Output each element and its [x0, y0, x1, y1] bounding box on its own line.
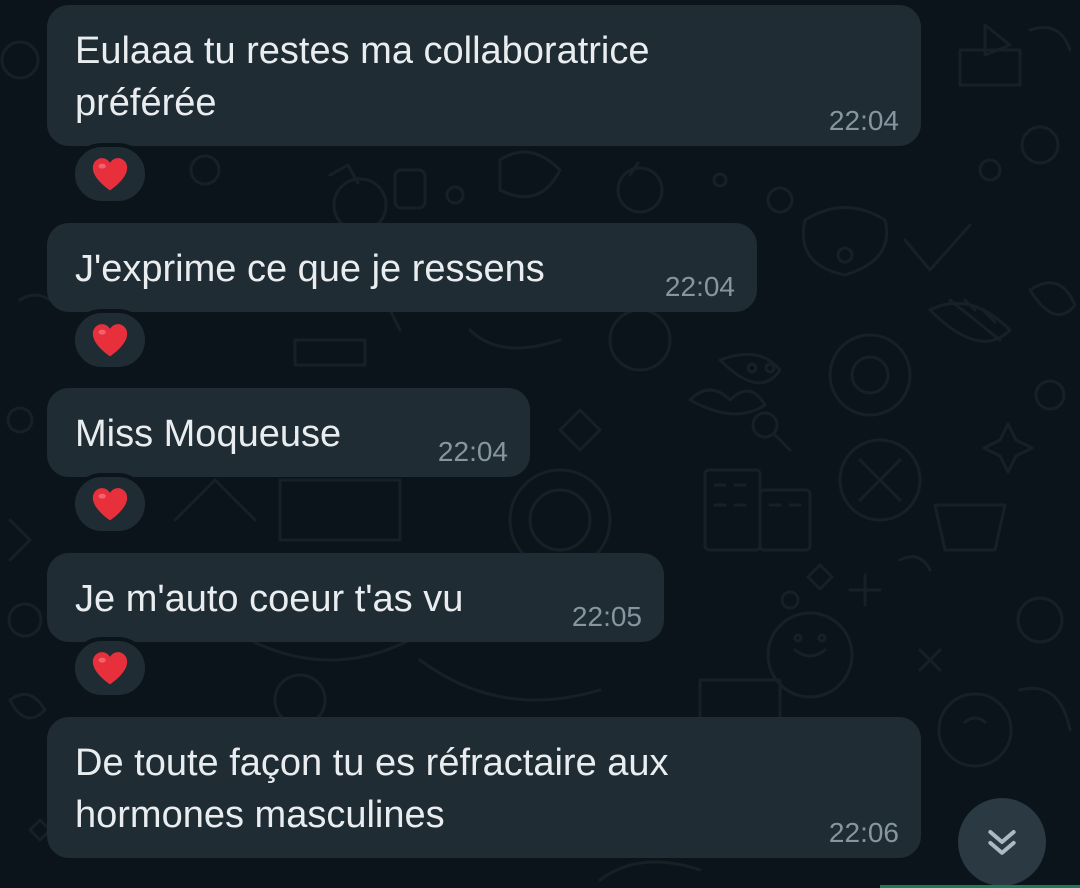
double-chevron-down-icon: [988, 830, 1016, 855]
message-reaction[interactable]: [71, 473, 149, 535]
message-reaction[interactable]: [71, 143, 149, 205]
message-timestamp: 22:04: [664, 271, 735, 302]
message-text: Eulaaa tu restes ma collaboratrice préfé…: [75, 25, 650, 129]
message-text: Miss Moqueuse: [75, 408, 341, 460]
message-text: De toute façon tu es réfractaire aux hor…: [75, 737, 669, 841]
message-text-line: J'exprime ce que je ressens: [75, 248, 545, 290]
message-timestamp: 22:06: [828, 817, 899, 848]
message-reaction[interactable]: [71, 637, 149, 699]
message-text-line: De toute façon tu es réfractaire aux: [75, 742, 669, 784]
message-bubble[interactable]: Miss Moqueuse 22:04: [47, 388, 530, 477]
red-heart-icon: [92, 158, 128, 191]
message-bubble[interactable]: J'exprime ce que je ressens 22:04: [47, 223, 757, 312]
chat-message-list[interactable]: Eulaaa tu restes ma collaboratrice préfé…: [0, 0, 1080, 888]
message-text-line: préférée: [75, 82, 217, 124]
message-text-line: hormones masculines: [75, 794, 445, 836]
message-reaction[interactable]: [71, 309, 149, 371]
message-text-line: Miss Moqueuse: [75, 413, 342, 455]
message-text-line: Je m'auto coeur t'as vu: [75, 578, 464, 620]
red-heart-icon: [92, 324, 128, 357]
message-timestamp: 22:04: [828, 105, 899, 136]
message-bubble[interactable]: De toute façon tu es réfractaire aux hor…: [47, 717, 921, 858]
message-bubble[interactable]: Eulaaa tu restes ma collaboratrice préfé…: [47, 5, 921, 146]
message-text: Je m'auto coeur t'as vu: [75, 573, 463, 625]
message-timestamp: 22:04: [437, 436, 508, 467]
message-timestamp: 22:05: [571, 601, 642, 632]
message-text: J'exprime ce que je ressens: [75, 243, 545, 295]
message-text-line: Eulaaa tu restes ma collaboratrice: [75, 30, 650, 72]
message-bubble[interactable]: Je m'auto coeur t'as vu 22:05: [47, 553, 664, 642]
red-heart-icon: [92, 488, 128, 521]
scroll-to-bottom-button[interactable]: [958, 798, 1046, 886]
red-heart-icon: [92, 652, 128, 685]
